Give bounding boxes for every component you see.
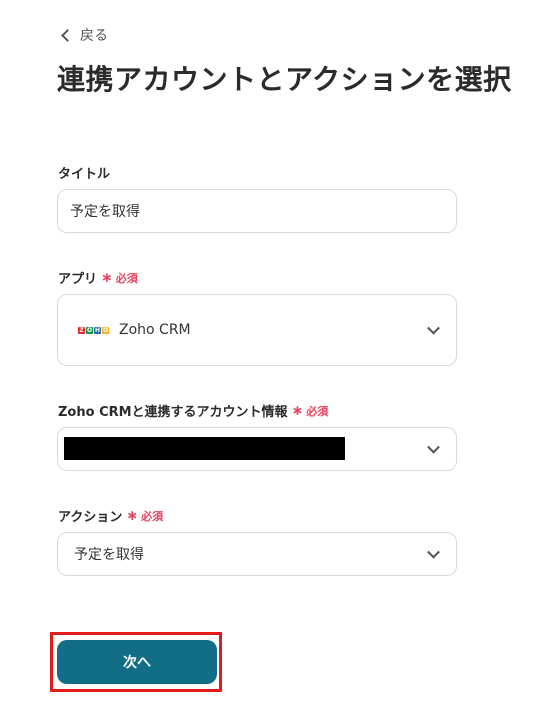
account-field-label: Zoho CRMと連携するアカウント情報 ∗ 必須 [58,401,329,421]
back-label: 戻る [80,28,108,44]
required-text: 必須 [115,271,138,285]
action-label-text: アクション [58,510,123,525]
required-text: 必須 [306,404,329,418]
account-label-text: Zoho CRMと連携するアカウント情報 [58,405,288,420]
asterisk-icon: ∗ [126,507,139,524]
required-text: 必須 [141,509,164,523]
back-link[interactable]: 戻る [61,25,108,45]
page-title: 連携アカウントとアクションを選択 [57,63,512,96]
zoho-logo-icon: ZOHO [78,326,109,334]
account-select[interactable] [57,427,457,471]
next-button[interactable]: 次へ [57,640,217,684]
app-select[interactable]: ZOHO Zoho CRM [57,294,457,366]
title-input[interactable]: 予定を取得 [57,189,457,233]
chevron-down-icon [427,545,440,559]
required-badge: ∗ 必須 [126,508,163,524]
action-select[interactable]: 予定を取得 [57,532,457,576]
action-select-value: 予定を取得 [74,547,144,563]
chevron-down-icon [427,321,440,335]
title-input-value: 予定を取得 [70,204,140,220]
app-label-text: アプリ [58,272,98,287]
action-field-label: アクション ∗ 必須 [58,506,163,526]
title-field-label: タイトル [58,163,110,182]
title-label-text: タイトル [58,167,111,182]
asterisk-icon: ∗ [101,269,113,286]
chevron-down-icon [427,440,440,454]
redacted-account-value [64,437,345,460]
asterisk-icon: ∗ [291,402,304,419]
required-badge: ∗ 必須 [292,403,329,419]
app-select-value: Zoho CRM [119,322,191,338]
required-badge: ∗ 必須 [101,270,138,286]
app-field-label: アプリ ∗ 必須 [58,268,138,288]
chevron-left-icon [61,29,74,42]
